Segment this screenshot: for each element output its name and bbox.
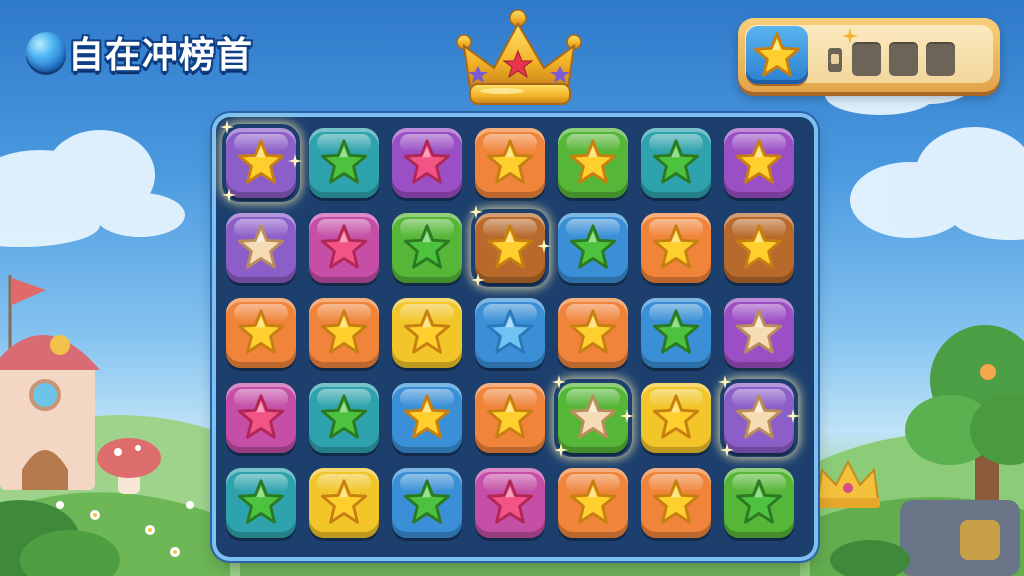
sparkle-icon <box>620 409 634 423</box>
sparkle-icon <box>222 188 236 202</box>
gold-crown-icon <box>456 9 582 105</box>
star-icon <box>403 394 451 439</box>
star-icon <box>237 479 285 524</box>
star-icon <box>569 139 617 184</box>
tile-orange-gold-star[interactable] <box>641 213 711 283</box>
star-icon <box>569 309 617 354</box>
score-digit <box>926 42 955 76</box>
tile-green-green-star[interactable] <box>724 468 794 538</box>
score-digit <box>852 42 881 76</box>
tile-yellow-gold-star[interactable] <box>641 383 711 453</box>
sparkle-icon <box>718 375 732 389</box>
star-icon <box>652 139 700 184</box>
star-icon <box>735 394 783 439</box>
tile-lavender-cream-star[interactable] <box>226 213 296 283</box>
star-icon <box>320 309 368 354</box>
star-icon <box>486 139 534 184</box>
sparkle-icon <box>786 409 800 423</box>
star-icon <box>320 224 368 269</box>
tile-magenta-pink-star[interactable] <box>475 468 545 538</box>
star-icon <box>237 139 285 184</box>
sparkle-icon <box>537 239 551 253</box>
tile-purple-gold-star[interactable] <box>724 128 794 198</box>
game-scene: 自在冲榜首 <box>0 0 1024 576</box>
tile-orange-gold-star[interactable] <box>226 298 296 368</box>
house-icon <box>0 275 100 490</box>
tile-orange-gold-star[interactable] <box>475 383 545 453</box>
sparkle-icon <box>720 443 734 457</box>
star-icon <box>486 224 534 269</box>
star-icon <box>652 394 700 439</box>
score-digits <box>826 42 955 76</box>
tile-teal-green-star[interactable] <box>309 383 379 453</box>
star-icon <box>486 394 534 439</box>
star-icon <box>735 309 783 354</box>
tile-purple-cream-star[interactable] <box>724 298 794 368</box>
page-title: 自在冲榜首 <box>68 35 254 76</box>
star-icon <box>569 394 617 439</box>
title-area: 自在冲榜首 <box>26 22 253 82</box>
star-icon <box>237 224 285 269</box>
score-digit <box>826 44 844 74</box>
score-digit <box>889 42 918 76</box>
star-icon <box>486 309 534 354</box>
star-icon <box>735 479 783 524</box>
tile-orange-gold-star[interactable] <box>641 468 711 538</box>
tile-blue-green-star[interactable] <box>392 468 462 538</box>
tile-lavender-cream-star[interactable] <box>718 375 800 457</box>
sparkle-icon <box>220 120 234 134</box>
tile-green-gold-star[interactable] <box>558 128 628 198</box>
star-icon <box>403 224 451 269</box>
tile-purple-pink-star[interactable] <box>392 128 462 198</box>
star-icon <box>237 309 285 354</box>
tile-orange-gold-star[interactable] <box>475 128 545 198</box>
tile-teal-green-star[interactable] <box>641 128 711 198</box>
star-icon <box>486 479 534 524</box>
sparkle-icon <box>469 205 483 219</box>
tile-magenta-pink-star[interactable] <box>309 213 379 283</box>
tile-teal-green-star[interactable] <box>309 128 379 198</box>
tile-brown-gold-star[interactable] <box>724 213 794 283</box>
star-icon <box>237 394 285 439</box>
star-icon <box>652 224 700 269</box>
sparkle-icon <box>471 273 485 287</box>
cloud-left <box>0 130 185 247</box>
blue-orb-icon <box>26 32 66 72</box>
tile-yellow-gold-star[interactable] <box>309 468 379 538</box>
tile-brown-gold-star[interactable] <box>469 205 551 287</box>
star-icon <box>320 394 368 439</box>
tile-lavender-gold-star[interactable] <box>220 120 302 202</box>
sparkle-icon <box>554 443 568 457</box>
star-icon <box>735 139 783 184</box>
tile-blue-green-star[interactable] <box>641 298 711 368</box>
star-icon <box>569 224 617 269</box>
tile-orange-gold-star[interactable] <box>558 468 628 538</box>
tile-blue-green-star[interactable] <box>558 213 628 283</box>
sparkle-icon <box>552 375 566 389</box>
star-icon <box>320 139 368 184</box>
tile-yellow-gold-star[interactable] <box>392 298 462 368</box>
tile-blue-gold-star[interactable] <box>392 383 462 453</box>
star-icon <box>403 139 451 184</box>
tile-green-cream-star[interactable] <box>552 375 634 457</box>
tile-teal-green-star[interactable] <box>226 468 296 538</box>
star-icon <box>652 479 700 524</box>
tile-orange-gold-star[interactable] <box>309 298 379 368</box>
star-icon <box>320 479 368 524</box>
tile-orange-gold-star[interactable] <box>558 298 628 368</box>
star-icon <box>403 309 451 354</box>
sparkle-icon <box>288 154 302 168</box>
score-panel <box>738 18 1000 92</box>
tile-grid <box>216 117 814 557</box>
star-icon <box>652 309 700 354</box>
tile-magenta-pink-star[interactable] <box>226 383 296 453</box>
star-icon <box>569 479 617 524</box>
star-icon <box>735 224 783 269</box>
score-star-icon <box>746 26 808 84</box>
star-icon <box>403 479 451 524</box>
tile-green-green-star[interactable] <box>392 213 462 283</box>
tile-blue-blue-star[interactable] <box>475 298 545 368</box>
game-board <box>216 117 814 557</box>
